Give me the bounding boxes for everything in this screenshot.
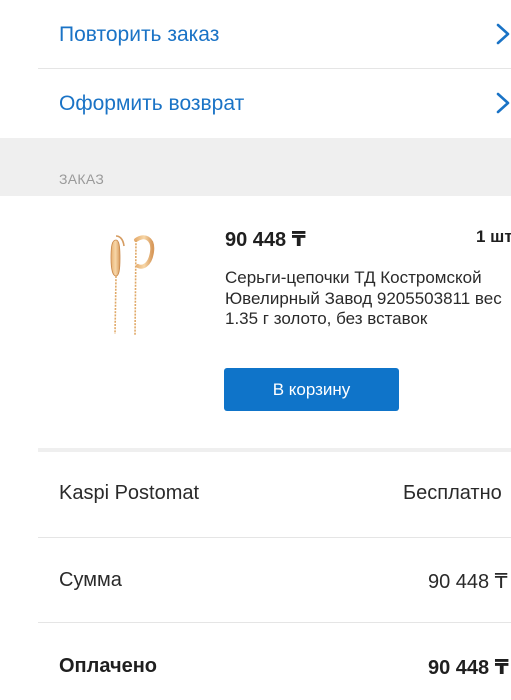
product-image[interactable] — [92, 226, 172, 346]
divider — [38, 537, 511, 538]
repeat-order-row[interactable]: Повторить заказ — [38, 0, 511, 68]
repeat-order-label: Повторить заказ — [59, 23, 220, 46]
product-quantity: 1 шт — [476, 227, 511, 246]
product-description[interactable]: Серьги-цепочки ТД Костромской Ювелирный … — [225, 268, 505, 330]
chevron-right-icon — [496, 92, 510, 114]
sum-value: 90 448 ₸ — [428, 571, 508, 593]
chevron-right-icon — [496, 23, 510, 45]
product-price: 90 448 ₸ — [225, 229, 306, 251]
order-details-page: Повторить заказ Оформить возврат ЗАКАЗ 9… — [0, 0, 511, 700]
order-section-title: ЗАКАЗ — [59, 171, 105, 187]
sum-label: Сумма — [59, 569, 122, 591]
divider — [38, 622, 511, 623]
order-section-header: ЗАКАЗ — [0, 138, 511, 196]
add-to-cart-button[interactable]: В корзину — [224, 368, 399, 411]
delivery-label: Kaspi Postomat — [59, 482, 200, 504]
return-order-row[interactable]: Оформить возврат — [38, 69, 511, 137]
paid-label: Оплачено — [59, 655, 157, 677]
paid-value: 90 448 ₸ — [428, 657, 509, 679]
section-divider — [38, 448, 511, 452]
delivery-value: Бесплатно — [403, 482, 502, 504]
return-order-label: Оформить возврат — [59, 92, 245, 115]
